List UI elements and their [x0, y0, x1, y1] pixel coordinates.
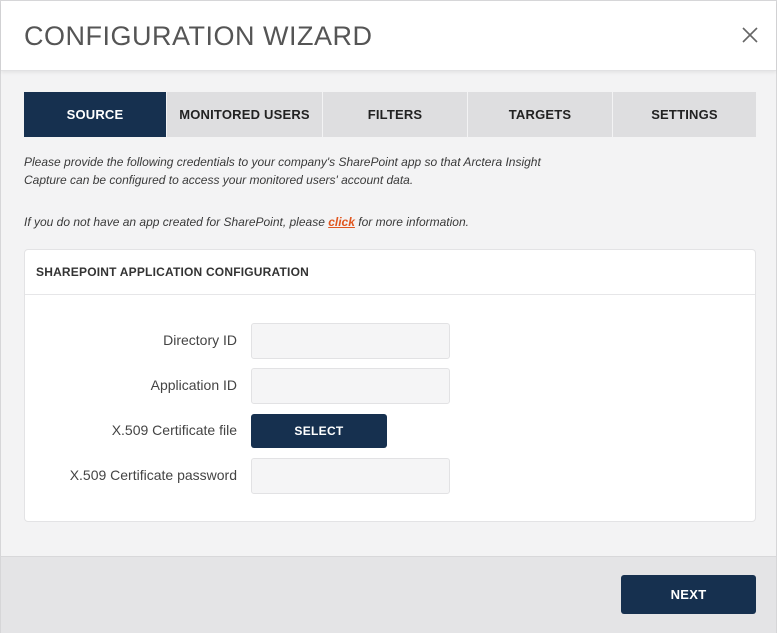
directory-id-input[interactable]: [251, 323, 450, 359]
wizard-tabs: SOURCE MONITORED USERS FILTERS TARGETS S…: [24, 92, 756, 137]
directory-id-row: Directory ID: [25, 323, 755, 359]
tab-label: SOURCE: [66, 107, 124, 122]
certificate-password-row: X.509 Certificate password: [25, 458, 755, 494]
tab-source[interactable]: SOURCE: [24, 92, 167, 137]
certificate-file-label: X.509 Certificate file: [111, 422, 237, 438]
dialog-header: CONFIGURATION WIZARD: [1, 1, 776, 71]
tab-label: SETTINGS: [651, 107, 718, 122]
certificate-file-row: X.509 Certificate file SELECT: [25, 414, 755, 450]
intro-text: Please provide the following credentials…: [24, 155, 541, 187]
sharepoint-config-card: SHAREPOINT APPLICATION CONFIGURATION Dir…: [24, 249, 756, 522]
card-heading: SHAREPOINT APPLICATION CONFIGURATION: [25, 250, 755, 295]
tab-label: FILTERS: [367, 107, 423, 122]
certificate-password-label: X.509 Certificate password: [69, 467, 237, 483]
tab-label: MONITORED USERS: [179, 107, 310, 122]
tab-monitored-users[interactable]: MONITORED USERS: [167, 92, 323, 137]
tab-settings[interactable]: SETTINGS: [613, 92, 756, 137]
tab-label: TARGETS: [508, 107, 572, 122]
select-certificate-button[interactable]: SELECT: [251, 414, 387, 448]
application-id-label: Application ID: [150, 377, 237, 393]
application-id-row: Application ID: [25, 368, 755, 404]
dialog-title: CONFIGURATION WIZARD: [24, 21, 373, 51]
tab-filters[interactable]: FILTERS: [323, 92, 468, 137]
close-icon[interactable]: [740, 25, 760, 45]
configuration-wizard-dialog: CONFIGURATION WIZARD SOURCE MONITORED US…: [0, 0, 777, 633]
tab-targets[interactable]: TARGETS: [468, 92, 613, 137]
click-link[interactable]: click: [328, 215, 355, 229]
help-hint: If you do not have an app created for Sh…: [24, 215, 469, 229]
hint-text-before: If you do not have an app created for Sh…: [24, 215, 329, 229]
application-id-input[interactable]: [251, 368, 450, 404]
certificate-password-input[interactable]: [251, 458, 450, 494]
directory-id-label: Directory ID: [163, 332, 237, 348]
next-button[interactable]: NEXT: [621, 575, 756, 614]
hint-text-after: for more information.: [354, 215, 469, 229]
